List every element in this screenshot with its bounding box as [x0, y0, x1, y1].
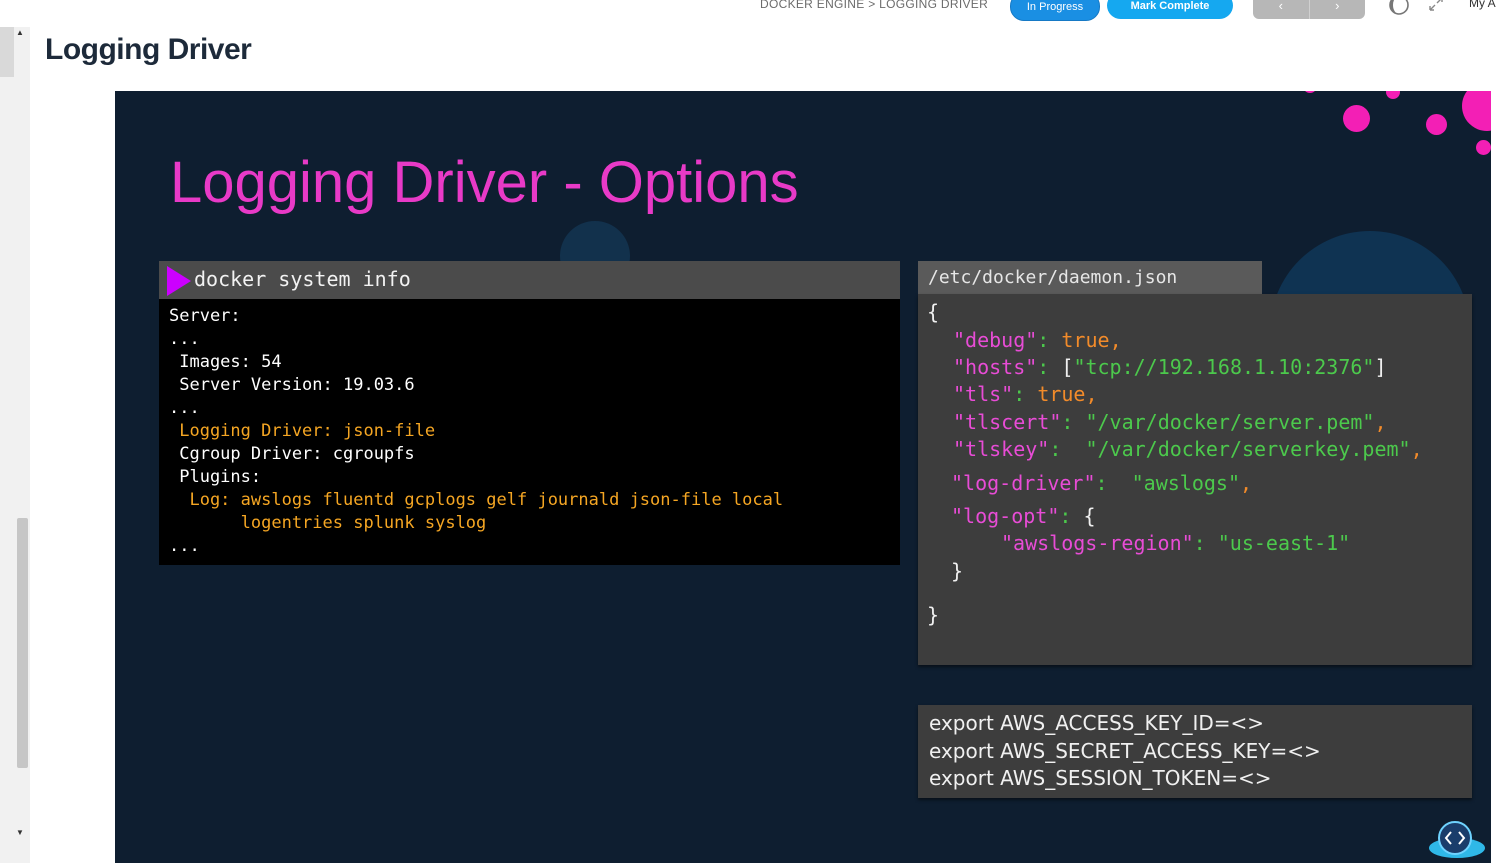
- terminal-line: Server:: [169, 306, 241, 326]
- json-line-debug: "debug": true,: [953, 328, 1122, 352]
- status-button[interactable]: In Progress: [1010, 0, 1100, 21]
- json-brace: }: [927, 603, 940, 627]
- terminal-line: ...: [169, 536, 200, 556]
- export-code-panel: export AWS_ACCESS_KEY_ID=<> export AWS_S…: [918, 705, 1472, 798]
- code-badge-icon[interactable]: [1427, 818, 1487, 858]
- terminal-command: docker system info: [194, 267, 411, 291]
- prev-lesson-button[interactable]: ‹: [1253, 0, 1309, 19]
- json-code-panel: { "debug": true, "hosts": ["tcp://192.16…: [918, 294, 1472, 665]
- breadcrumb[interactable]: DOCKER ENGINE > LOGGING DRIVER: [760, 0, 988, 11]
- decor-dot: [1476, 140, 1491, 155]
- scrollbar-edge: [0, 27, 14, 77]
- json-line-hosts: "hosts": ["tcp://192.168.1.10:2376"]: [953, 355, 1387, 379]
- file-tab: /etc/docker/daemon.json: [918, 261, 1262, 294]
- export-line: export AWS_SESSION_TOKEN=<>: [929, 766, 1272, 790]
- terminal-line: Cgroup Driver: cgroupfs: [169, 444, 415, 464]
- dark-mode-icon[interactable]: [1388, 0, 1410, 21]
- mark-complete-button[interactable]: Mark Complete: [1107, 0, 1233, 19]
- slide: Logging Driver - Options docker system i…: [115, 91, 1491, 863]
- terminal-line-highlight: Logging Driver: json-file: [169, 421, 436, 441]
- terminal-header: docker system info: [159, 261, 900, 299]
- json-line-tls: "tls": true,: [953, 382, 1098, 406]
- next-lesson-button[interactable]: ›: [1308, 0, 1366, 19]
- json-line-tlscert: "tlscert": "/var/docker/server.pem",: [953, 410, 1387, 434]
- scroll-down-icon[interactable]: ▼: [16, 828, 24, 837]
- decor-dot: [1462, 91, 1491, 131]
- terminal-line: ...: [169, 398, 200, 418]
- terminal-line: ...: [169, 329, 200, 349]
- json-line-log-driver: "log-driver": "awslogs",: [951, 471, 1253, 495]
- page-title: Logging Driver: [45, 33, 252, 66]
- terminal-line-highlight: Log: awslogs fluentd gcplogs gelf journa…: [169, 490, 784, 510]
- json-line-tlskey: "tlskey": "/var/docker/serverkey.pem",: [953, 437, 1423, 461]
- decor-dot: [1343, 105, 1370, 132]
- decor-dot: [1303, 91, 1317, 93]
- decor-dot: [1386, 91, 1400, 99]
- file-name: /etc/docker/daemon.json: [928, 267, 1178, 288]
- terminal-line: Plugins:: [169, 467, 262, 487]
- terminal-line: Images: 54: [169, 352, 282, 372]
- json-brace: }: [951, 559, 964, 583]
- scroll-up-icon[interactable]: ▲: [16, 28, 24, 37]
- terminal-line-highlight: logentries splunk syslog: [169, 513, 487, 533]
- scrollbar-thumb[interactable]: [17, 518, 28, 768]
- terminal-line: Server Version: 19.03.6: [169, 375, 415, 395]
- decor-dot: [1426, 114, 1447, 135]
- play-prompt-icon: [167, 266, 191, 296]
- slide-title: Logging Driver - Options: [170, 150, 799, 215]
- fullscreen-icon[interactable]: [1429, 0, 1443, 16]
- export-line: export AWS_SECRET_ACCESS_KEY=<>: [929, 739, 1321, 763]
- lesson-nav: ‹ ›: [1253, 0, 1365, 19]
- json-line-region: "awslogs-region": "us-east-1": [1001, 531, 1351, 555]
- account-menu[interactable]: My A: [1469, 0, 1496, 10]
- terminal-output: Server: ... Images: 54 Server Version: 1…: [159, 299, 900, 565]
- top-bar: DOCKER ENGINE > LOGGING DRIVER In Progre…: [0, 0, 1501, 24]
- json-brace: {: [927, 300, 940, 324]
- json-line-log-opt: "log-opt": {: [951, 504, 1096, 528]
- export-line: export AWS_ACCESS_KEY_ID=<>: [929, 711, 1265, 735]
